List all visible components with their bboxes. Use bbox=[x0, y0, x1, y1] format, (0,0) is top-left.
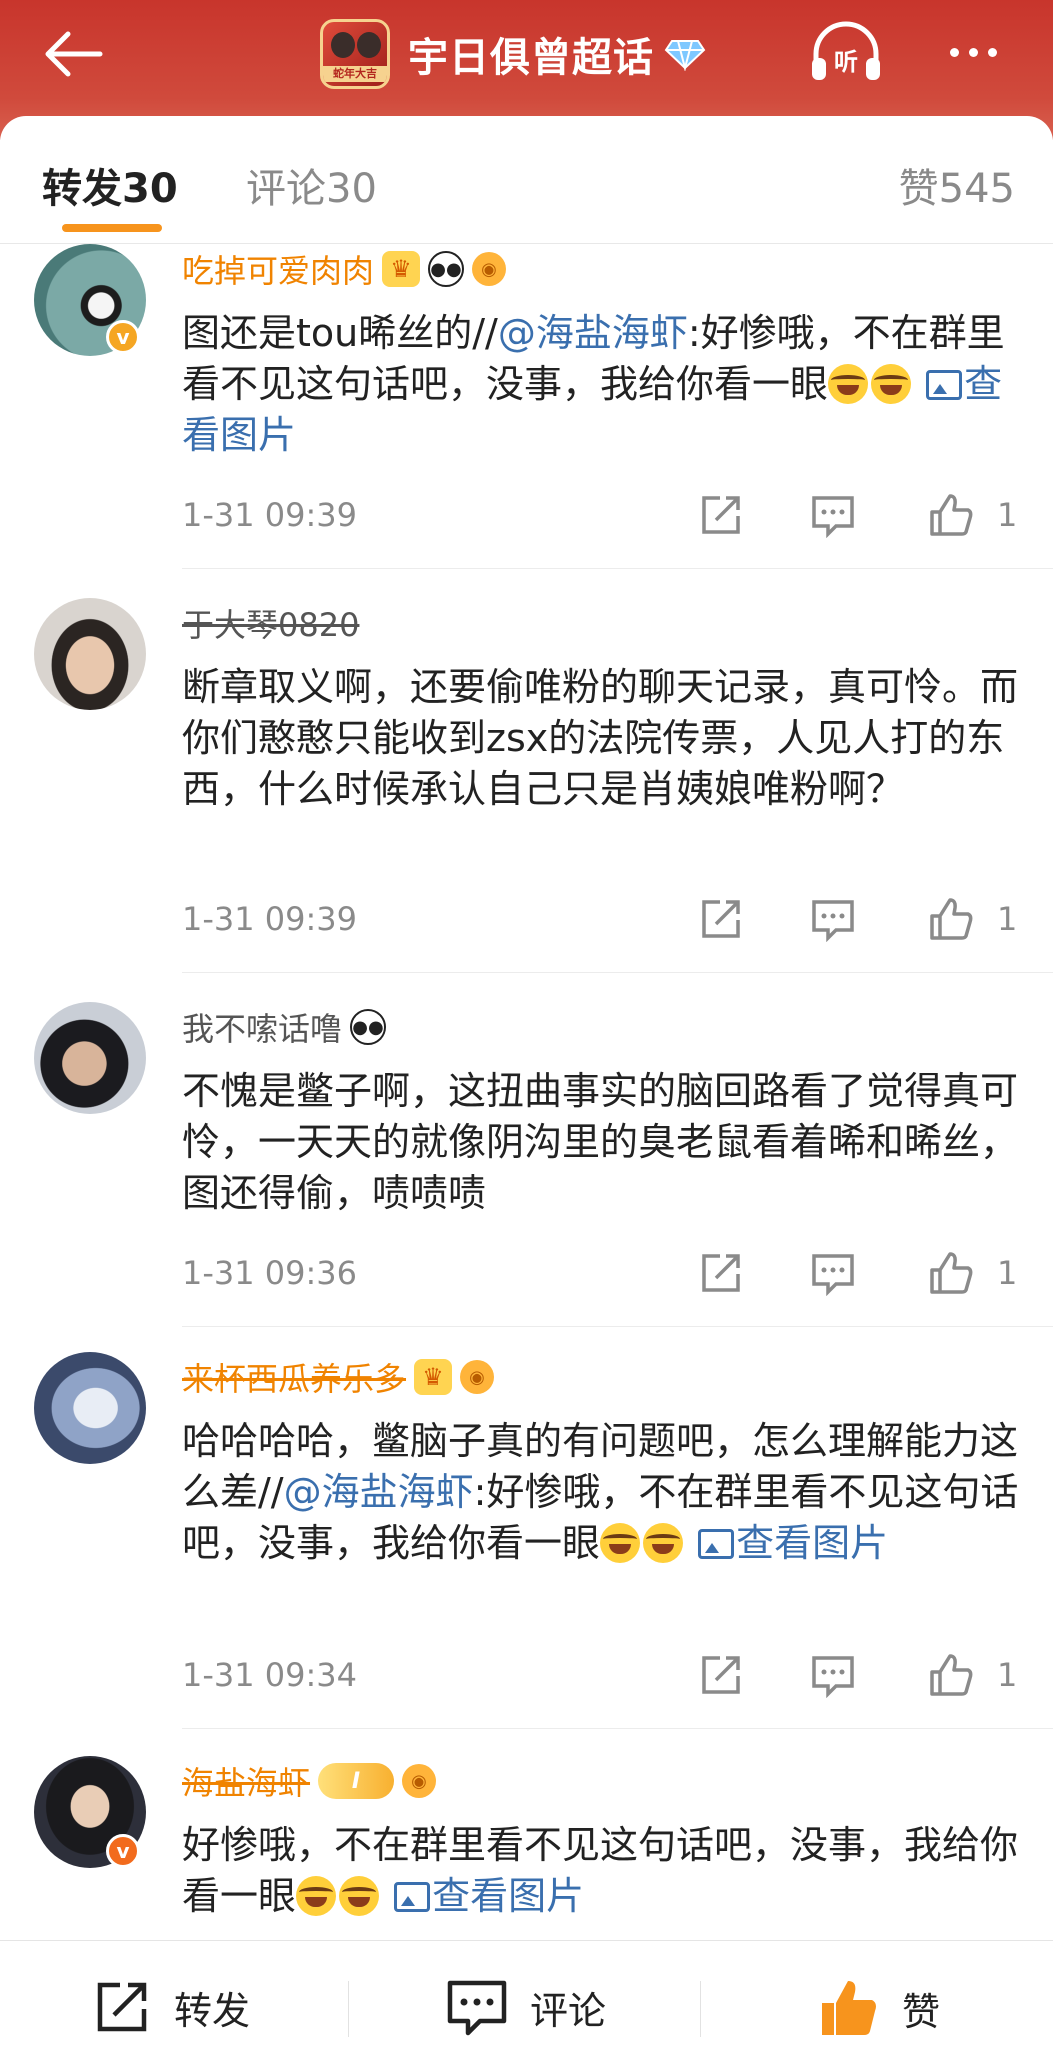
comment-time: 1-31 09:39 bbox=[182, 900, 358, 938]
thumbs-up-icon[interactable] bbox=[928, 492, 974, 538]
svg-text:听: 听 bbox=[834, 48, 858, 76]
list-item: 于大琴0820 断章取义啊，还要偷唯粉的聊天记录，真可怜。而你们憨憨只能收到zs… bbox=[0, 598, 1053, 978]
comment-text: 好惨哦，不在群里看不见这句话吧，没事，我给你看一眼 查看图片 bbox=[182, 1823, 1019, 1918]
forward-icon[interactable] bbox=[698, 1652, 744, 1698]
panda-badge-icon: ●● bbox=[428, 251, 465, 287]
comment-text: 不愧是鳖子啊，这扭曲事实的脑回路看了觉得真可怜，一天天的就像阴沟里的臭老鼠看着晞… bbox=[182, 1069, 1019, 1215]
tab-like[interactable]: 赞545 bbox=[899, 156, 1015, 214]
comment-username[interactable]: 我不嗦话噜 bbox=[182, 1004, 342, 1050]
divider bbox=[700, 1981, 701, 2037]
thumbs-up-icon[interactable] bbox=[928, 896, 974, 942]
pufferfish-badge-icon: ◉ bbox=[472, 252, 507, 286]
tab-forward[interactable]: 转发30 bbox=[42, 156, 178, 214]
forward-button[interactable]: 转发 bbox=[92, 1977, 250, 2037]
laugh-cry-emoji-icon bbox=[296, 1876, 337, 1916]
list-item: 来杯西瓜养乐多 ♛ ◉ 哈哈哈哈，鳖脑子真的有问题吧，怎么理解能力这么差//@海… bbox=[0, 1352, 1053, 1736]
pufferfish-badge-icon: ◉ bbox=[402, 1764, 437, 1798]
thumbs-up-icon bbox=[822, 1981, 876, 2035]
listen-headphones-icon[interactable]: 听 bbox=[806, 20, 886, 84]
laugh-cry-emoji-icon bbox=[871, 364, 912, 404]
comment-icon[interactable] bbox=[810, 492, 856, 538]
comment-icon bbox=[447, 1980, 507, 2036]
comment-button[interactable]: 评论 bbox=[446, 1977, 606, 2037]
laugh-cry-emoji-icon bbox=[339, 1876, 380, 1916]
comment-label: 评论 bbox=[530, 1988, 607, 2033]
forward-icon[interactable] bbox=[698, 492, 744, 538]
comment-username[interactable]: 于大琴0820 bbox=[182, 600, 359, 646]
thumbs-up-icon[interactable] bbox=[928, 1652, 974, 1698]
like-button[interactable]: 赞 bbox=[818, 1977, 940, 2039]
divider bbox=[182, 1728, 1053, 1729]
page-title: 宇日俱曾超话 bbox=[408, 35, 654, 81]
crown-badge-icon: ♛ bbox=[414, 1359, 453, 1395]
comment-username[interactable]: 吃掉可爱肉肉 bbox=[182, 246, 374, 292]
topic-avatar-caption: 蛇年大吉 bbox=[323, 66, 387, 82]
view-image-link[interactable]: 查看图片 bbox=[394, 1874, 584, 1918]
panda-badge-icon: ●● bbox=[350, 1009, 387, 1045]
forward-icon bbox=[97, 1982, 147, 2032]
forward-icon[interactable] bbox=[698, 896, 744, 942]
laugh-cry-emoji-icon bbox=[600, 1523, 641, 1563]
forward-label: 转发 bbox=[174, 1988, 251, 2033]
comment-text: 哈哈哈哈，鳖脑子真的有问题吧，怎么理解能力这么差//@海盐海虾:好惨哦，不在群里… bbox=[182, 1419, 1019, 1565]
more-options-icon[interactable] bbox=[950, 48, 997, 57]
tab-bar: 转发30 评论30 赞545 bbox=[0, 116, 1053, 244]
comment-time: 1-31 09:36 bbox=[182, 1254, 358, 1292]
crown-badge-icon: ♛ bbox=[382, 251, 421, 287]
verified-badge-icon: v bbox=[106, 320, 140, 354]
list-item: v 海盐海虾 I ◉ 好惨哦，不在群里看不见这句话吧，没事，我给你看一眼 查看图… bbox=[0, 1756, 1053, 1940]
avatar[interactable] bbox=[34, 598, 146, 710]
back-arrow-icon[interactable] bbox=[38, 26, 108, 82]
super-topic-diamond-icon bbox=[664, 40, 706, 71]
like-count: 1 bbox=[997, 900, 1018, 938]
image-icon bbox=[926, 370, 963, 400]
divider bbox=[182, 972, 1053, 973]
comment-username[interactable]: 来杯西瓜养乐多 bbox=[182, 1354, 406, 1400]
divider bbox=[348, 1981, 349, 2037]
pufferfish-badge-icon: ◉ bbox=[460, 1360, 495, 1394]
bottom-action-bar: 转发 评论 赞 bbox=[0, 1940, 1053, 2072]
comment-icon[interactable] bbox=[810, 1652, 856, 1698]
comment-username[interactable]: 海盐海虾 bbox=[182, 1758, 310, 1804]
comment-time: 1-31 09:34 bbox=[182, 1656, 358, 1694]
comment-text: 断章取义啊，还要偷唯粉的聊天记录，真可怜。而你们憨憨只能收到zsx的法院传票，人… bbox=[182, 665, 1019, 811]
like-count: 1 bbox=[997, 1254, 1018, 1292]
laugh-cry-emoji-icon bbox=[828, 364, 869, 404]
like-label: 赞 bbox=[902, 1989, 941, 2034]
comment-icon[interactable] bbox=[810, 1250, 856, 1296]
tab-comment[interactable]: 评论30 bbox=[246, 156, 377, 214]
laugh-cry-emoji-icon bbox=[643, 1523, 684, 1563]
mention-link[interactable]: @海盐海虾 bbox=[284, 1470, 474, 1514]
thumbs-up-icon[interactable] bbox=[928, 1250, 974, 1296]
like-count: 1 bbox=[997, 1656, 1018, 1694]
avatar[interactable] bbox=[34, 1352, 146, 1464]
active-tab-indicator bbox=[62, 224, 162, 232]
image-icon bbox=[394, 1882, 431, 1912]
divider bbox=[182, 568, 1053, 569]
avatar[interactable] bbox=[34, 1002, 146, 1114]
comment-time: 1-31 09:39 bbox=[182, 496, 358, 534]
topic-title-area[interactable]: 蛇年大吉 宇日俱曾超话 bbox=[320, 14, 706, 94]
image-icon bbox=[698, 1529, 735, 1559]
view-image-link[interactable]: 查看图片 bbox=[698, 1521, 888, 1565]
verified-badge-icon: v bbox=[106, 1834, 140, 1868]
forward-icon[interactable] bbox=[698, 1250, 744, 1296]
like-count: 1 bbox=[997, 496, 1018, 534]
divider bbox=[182, 1326, 1053, 1327]
comment-text: 图还是tou晞丝的//@海盐海虾:好惨哦，不在群里看不见这句话吧，没事，我给你看… bbox=[182, 311, 1005, 457]
topic-avatar[interactable]: 蛇年大吉 bbox=[320, 19, 390, 89]
list-item: 我不嗦话噜 ●● 不愧是鳖子啊，这扭曲事实的脑回路看了觉得真可怜，一天天的就像阴… bbox=[0, 1002, 1053, 1332]
list-item: v 吃掉可爱肉肉 ♛ ●● ◉ 图还是tou晞丝的//@海盐海虾:好惨哦，不在群… bbox=[0, 244, 1053, 574]
comment-icon[interactable] bbox=[810, 896, 856, 942]
mention-link[interactable]: @海盐海虾 bbox=[498, 311, 688, 355]
level-badge-icon: I bbox=[318, 1763, 395, 1799]
